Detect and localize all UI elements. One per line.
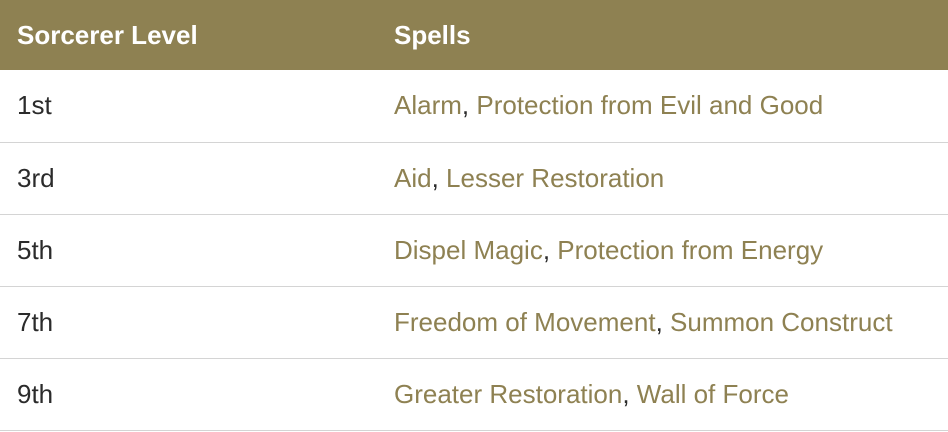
spells-cell: Dispel Magic, Protection from Energy xyxy=(377,214,948,287)
level-cell: 1st xyxy=(0,70,377,143)
spells-cell: Alarm, Protection from Evil and Good xyxy=(377,70,948,143)
spell-link[interactable]: Greater Restoration xyxy=(394,379,622,409)
spell-link[interactable]: Freedom of Movement xyxy=(394,307,656,337)
spells-cell: Greater Restoration, Wall of Force xyxy=(377,358,948,431)
table-row: 5th Dispel Magic, Protection from Energy xyxy=(0,214,948,287)
spell-separator: , xyxy=(622,378,637,409)
header-sorcerer-level: Sorcerer Level xyxy=(17,19,198,50)
spell-link[interactable]: Lesser Restoration xyxy=(446,163,664,193)
spell-link[interactable]: Protection from Energy xyxy=(557,235,823,265)
spells-cell: Freedom of Movement, Summon Construct xyxy=(377,286,948,359)
spell-link[interactable]: Alarm xyxy=(394,90,462,120)
level-cell: 5th xyxy=(0,214,377,287)
spell-separator: , xyxy=(542,234,558,265)
table-row: 3rd Aid, Lesser Restoration xyxy=(0,142,948,215)
spell-link[interactable]: Wall of Force xyxy=(637,379,789,409)
spell-separator: , xyxy=(655,306,671,337)
spell-link[interactable]: Aid xyxy=(394,163,432,193)
level-cell: 9th xyxy=(0,358,377,431)
spell-separator: , xyxy=(431,162,447,193)
spell-separator: , xyxy=(461,90,477,121)
spell-link[interactable]: Dispel Magic xyxy=(394,235,543,265)
table-row: 7th Freedom of Movement, Summon Construc… xyxy=(0,286,948,359)
spells-cell: Aid, Lesser Restoration xyxy=(377,142,948,215)
table-header-row: Sorcerer Level Spells xyxy=(0,0,948,70)
table-row: 1st Alarm, Protection from Evil and Good xyxy=(0,70,948,143)
table-row: 9th Greater Restoration, Wall of Force xyxy=(0,358,948,431)
header-spells: Spells xyxy=(394,19,471,50)
spell-link[interactable]: Summon Construct xyxy=(670,307,893,337)
level-cell: 3rd xyxy=(0,142,377,215)
sorcerer-spells-table: Sorcerer Level Spells 1st Alarm, Protect… xyxy=(0,0,948,431)
spell-link[interactable]: Protection from Evil and Good xyxy=(476,90,823,120)
level-cell: 7th xyxy=(0,286,377,359)
